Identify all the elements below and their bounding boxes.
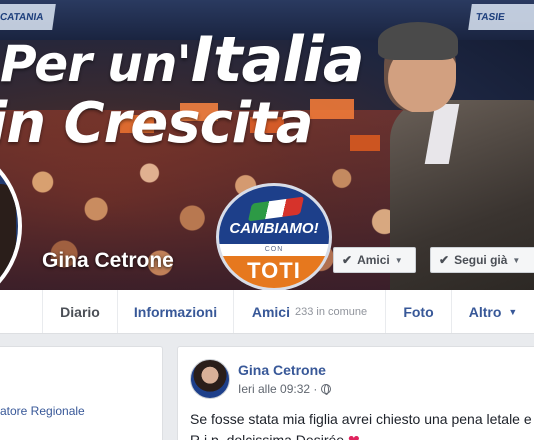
friends-button-label: Amici <box>357 253 390 267</box>
tab-diario[interactable]: Diario <box>42 290 118 333</box>
mutual-friends-count: 233 in comune <box>294 305 368 318</box>
profile-tabs: Diario Informazioni Amici 233 in comune … <box>0 290 534 334</box>
tab-label: Foto <box>403 303 434 320</box>
cover-banner-left: CATANIA <box>0 4 56 30</box>
post-line-2: R.i.p. dolcissima Desirée <box>190 432 345 440</box>
chevron-down-icon: ▼ <box>512 255 521 265</box>
logo-bottom-text: TOTI <box>247 258 301 283</box>
chevron-down-icon: ▼ <box>508 306 518 317</box>
globe-icon <box>321 384 332 395</box>
headline-line2: in Crescita <box>0 91 314 156</box>
logo-con-text: CON <box>264 246 284 253</box>
headline-part-b: Italia <box>190 23 365 96</box>
post-card: Gina Cetrone Ieri alle 09:32 · Se fosse … <box>177 346 534 440</box>
post-text: Se fosse stata mia figlia avrei chiesto … <box>190 409 532 440</box>
intro-card: atore Regionale <box>0 346 163 440</box>
intro-role-link[interactable]: atore Regionale <box>0 404 85 418</box>
profile-name[interactable]: Gina Cetrone <box>42 249 174 273</box>
tab-altro[interactable]: Altro ▼ <box>452 290 534 333</box>
follow-button[interactable]: ✔ Segui già ▼ <box>430 247 534 273</box>
tab-informazioni[interactable]: Informazioni <box>118 290 234 333</box>
headline-part-a: Per un' <box>0 35 192 93</box>
profile-page: CATANIA TASIE Per un'Italia in Crescita … <box>0 0 534 440</box>
post-author[interactable]: Gina Cetrone <box>238 362 326 378</box>
post-timestamp[interactable]: Ieri alle 09:32 · <box>238 382 332 396</box>
tab-label: Diario <box>60 303 100 320</box>
follow-button-label: Segui già <box>454 253 508 267</box>
post-line-1: Se fosse stata mia figlia avrei chiesto … <box>190 411 532 427</box>
heart-icon: ❤ <box>347 432 360 440</box>
post-avatar[interactable] <box>190 359 230 399</box>
tab-foto[interactable]: Foto <box>386 290 452 333</box>
cover-photo[interactable]: CATANIA TASIE Per un'Italia in Crescita … <box>0 0 534 290</box>
tab-amici[interactable]: Amici 233 in comune <box>234 290 386 333</box>
check-icon: ✔ <box>342 253 353 267</box>
party-logo: CAMBIAMO! CON TOTI <box>216 183 332 290</box>
cover-headline: Per un'Italia in Crescita <box>0 29 365 156</box>
tab-label: Informazioni <box>133 303 218 320</box>
friends-button[interactable]: ✔ Amici ▼ <box>333 247 416 273</box>
logo-top-text: CAMBIAMO! <box>229 220 319 237</box>
post-time-text: Ieri alle 09:32 · <box>238 382 318 396</box>
tab-label: Amici <box>251 303 290 320</box>
tab-label: Altro <box>468 303 502 320</box>
check-icon: ✔ <box>439 253 450 267</box>
chevron-down-icon: ▼ <box>394 255 403 265</box>
